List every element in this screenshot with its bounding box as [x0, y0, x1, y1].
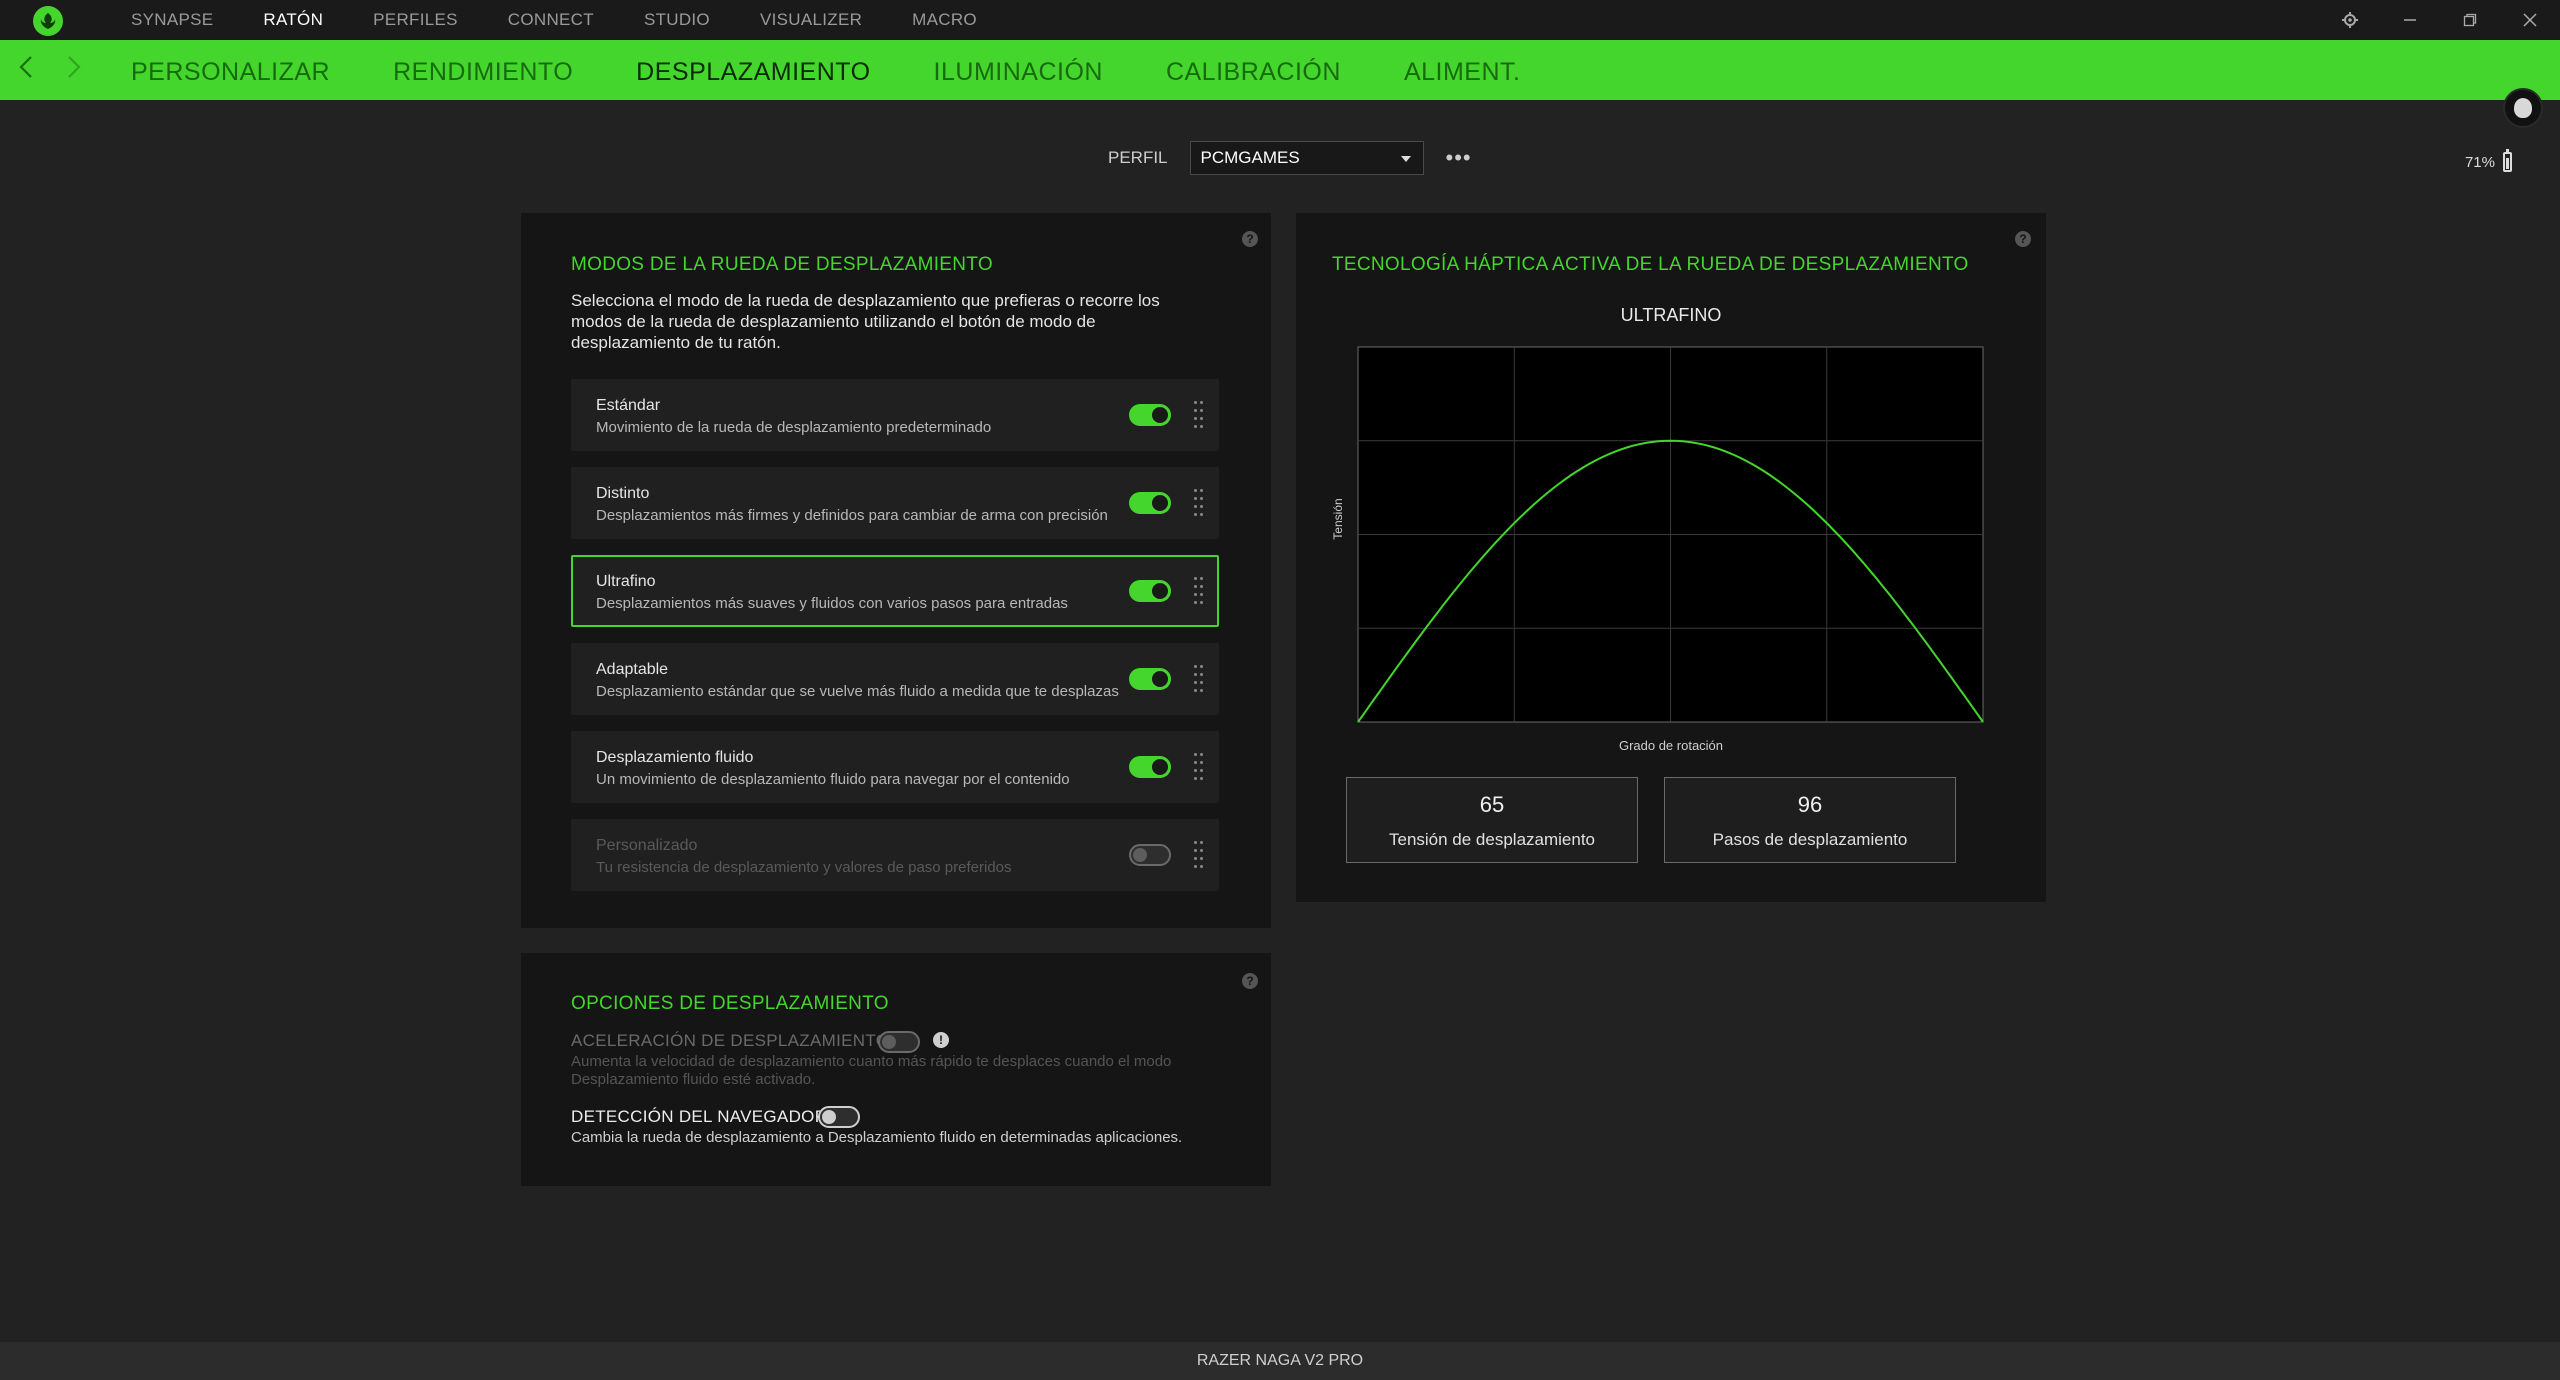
scroll-mode-name: Desplazamiento fluido: [596, 749, 754, 766]
battery-percent: 71%: [2464, 153, 2495, 171]
haptic-curve-chart: Tensión Grado de rotación: [1331, 346, 1984, 753]
top-nav-item-connect[interactable]: CONNECT: [508, 0, 594, 40]
scroll-tension-box[interactable]: 65 Tensión de desplazamiento: [1346, 777, 1638, 863]
scroll-tension-label: Tensión de desplazamiento: [1388, 830, 1596, 849]
browser-detection-label: DETECCIÓN DEL NAVEGADOR: [571, 1107, 828, 1126]
haptic-title: TECNOLOGÍA HÁPTICA ACTIVA DE LA RUEDA DE…: [1332, 254, 1969, 275]
top-nav-item-visualizer[interactable]: VISUALIZER: [760, 0, 862, 40]
tab-rendimiento[interactable]: RENDIMIENTO: [393, 40, 573, 100]
device-name: RAZER NAGA V2 PRO: [1196, 1352, 1364, 1369]
profile-dropdown[interactable]: PCMGAMES: [1189, 141, 1424, 175]
scroll-mode-description: Movimiento de la rueda de desplazamiento…: [596, 419, 992, 436]
scroll-mode-toggle[interactable]: [1129, 404, 1171, 426]
scroll-mode-row[interactable]: Adaptable Desplazamiento estándar que se …: [571, 643, 1219, 715]
razer-snake-icon: [40, 13, 56, 29]
device-footer: RAZER NAGA V2 PRO: [0, 1342, 2560, 1380]
scroll-mode-row[interactable]: Distinto Desplazamientos más firmes y def…: [571, 467, 1219, 539]
top-nav-item-perfiles[interactable]: PERFILES: [373, 0, 458, 40]
close-icon[interactable]: [2515, 0, 2545, 40]
settings-gear-icon[interactable]: [2335, 0, 2365, 40]
scroll-acceleration-description: Aumenta la velocidad de desplazamiento c…: [571, 1053, 1172, 1088]
battery-indicator: 71%: [2464, 149, 2512, 172]
tab-calibracion[interactable]: CALIBRACIÓN: [1166, 40, 1341, 100]
scroll-mode-toggle[interactable]: [1129, 844, 1171, 866]
top-bar: SYNAPSE RATÓN PERFILES CONNECT STUDIO VISUALI…: [0, 0, 2560, 40]
scroll-mode-description: Desplazamientos más suaves y fluidos con…: [596, 595, 1068, 612]
scroll-mode-name: Estándar: [596, 397, 661, 414]
scroll-modes-panel: ? MODOS DE LA RUEDA DE DESPLAZAMIENTO Se…: [521, 213, 1271, 928]
drag-handle-icon[interactable]: [1194, 489, 1206, 517]
scroll-options-title: OPCIONES DE DESPLAZAMIENTO: [571, 993, 889, 1014]
drag-handle-icon[interactable]: [1194, 841, 1206, 869]
profile-more-button[interactable]: •••: [1446, 147, 1472, 169]
scroll-mode-name: Distinto: [596, 485, 650, 502]
scroll-modes-title: MODOS DE LA RUEDA DE DESPLAZAMIENTO: [571, 254, 993, 275]
profile-label: PERFIL: [1108, 148, 1168, 167]
chart-y-axis-label: Tensión: [1331, 498, 1345, 539]
tab-iluminacion[interactable]: ILUMINACIÓN: [934, 40, 1103, 100]
scroll-options-panel: ? OPCIONES DE DESPLAZAMIENTO ACELERACIÓN…: [521, 953, 1271, 1186]
tab-desplazamiento[interactable]: DESPLAZAMIENTO: [636, 40, 870, 100]
haptic-panel: ? TECNOLOGÍA HÁPTICA ACTIVA DE LA RUEDA …: [1296, 213, 2046, 902]
drag-handle-icon[interactable]: [1194, 401, 1206, 429]
scroll-mode-row[interactable]: Ultrafino Desplazamientos más suaves y fl…: [571, 555, 1219, 627]
chevron-down-icon: [1400, 156, 1411, 162]
scroll-mode-row[interactable]: Desplazamiento fluido Un movimiento de de…: [571, 731, 1219, 803]
help-icon[interactable]: ?: [1242, 973, 1258, 989]
tab-personalizar[interactable]: PERSONALIZAR: [131, 40, 330, 100]
forward-arrow-icon[interactable]: [66, 54, 82, 86]
back-arrow-icon[interactable]: [18, 54, 34, 86]
profile-selected-value: PCMGAMES: [1200, 148, 1300, 167]
razer-logo-icon[interactable]: [33, 6, 63, 36]
top-nav-item-synapse[interactable]: SYNAPSE: [131, 0, 213, 40]
help-icon[interactable]: ?: [2015, 231, 2031, 247]
device-mouse-icon[interactable]: [2503, 88, 2543, 128]
scroll-mode-row[interactable]: Estándar Movimiento de la rueda de despla…: [571, 379, 1219, 451]
top-nav-item-raton[interactable]: RATÓN: [263, 0, 323, 40]
top-nav-item-studio[interactable]: STUDIO: [644, 0, 710, 40]
scroll-mode-toggle[interactable]: [1129, 492, 1171, 514]
help-icon[interactable]: ?: [1242, 231, 1258, 247]
tab-aliment[interactable]: ALIMENT.: [1404, 40, 1521, 100]
drag-handle-icon[interactable]: [1194, 665, 1206, 693]
scroll-mode-description: Desplazamientos más firmes y definidos p…: [596, 507, 1108, 524]
scroll-mode-name: Ultrafino: [596, 573, 656, 590]
drag-handle-icon[interactable]: [1194, 577, 1206, 605]
scroll-acceleration-label: ACELERACIÓN DE DESPLAZAMIENTO: [571, 1031, 890, 1050]
scroll-steps-box[interactable]: 96 Pasos de desplazamiento: [1664, 777, 1956, 863]
scroll-mode-toggle[interactable]: [1129, 580, 1171, 602]
top-nav-item-macro[interactable]: MACRO: [912, 0, 977, 40]
browser-detection-toggle[interactable]: [818, 1106, 860, 1128]
minimize-icon[interactable]: [2395, 0, 2425, 40]
scroll-mode-name: Adaptable: [596, 661, 669, 678]
browser-detection-description: Cambia la rueda de desplazamiento a Desp…: [571, 1129, 1183, 1146]
chart-x-axis-label: Grado de rotación: [1619, 738, 1723, 753]
scroll-mode-description: Un movimiento de desplazamiento fluido p…: [596, 771, 1070, 788]
drag-handle-icon[interactable]: [1194, 753, 1206, 781]
scroll-mode-description: Desplazamiento estándar que se vuelve má…: [596, 683, 1119, 700]
sub-nav-bar: PERSONALIZAR RENDIMIENTO DESPLAZAMIENTO ILU…: [0, 40, 2560, 128]
scroll-steps-value: 96: [1797, 792, 1823, 817]
restore-icon[interactable]: [2455, 0, 2485, 40]
scroll-mode-description: Tu resistencia de desplazamiento y valor…: [596, 859, 1012, 876]
scroll-mode-row[interactable]: Personalizado Tu resistencia de desplazam…: [571, 819, 1219, 891]
warning-icon[interactable]: !: [933, 1032, 949, 1048]
scroll-tension-value: 65: [1479, 792, 1505, 817]
scroll-steps-label: Pasos de desplazamiento: [1712, 830, 1908, 849]
scroll-modes-description: Selecciona el modo de la rueda de despla…: [571, 291, 1160, 352]
scroll-mode-toggle[interactable]: [1129, 756, 1171, 778]
scroll-mode-toggle[interactable]: [1129, 668, 1171, 690]
battery-icon: [2503, 149, 2512, 172]
top-nav: SYNAPSE RATÓN PERFILES CONNECT STUDIO VISUALI…: [131, 0, 1027, 40]
profile-row: PERFIL PCMGAMES •••: [1108, 141, 1472, 175]
scroll-mode-name: Personalizado: [596, 837, 698, 854]
scroll-acceleration-toggle[interactable]: [878, 1031, 920, 1053]
sub-nav: PERSONALIZAR RENDIMIENTO DESPLAZAMIENTO ILU…: [131, 40, 1583, 100]
